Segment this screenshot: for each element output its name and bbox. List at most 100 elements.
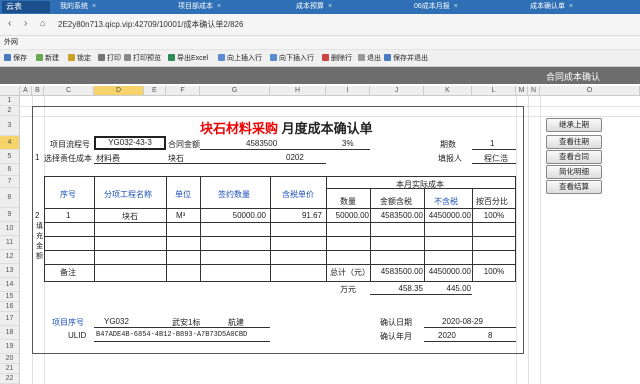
confirm-year-value[interactable]: 2020 [438, 331, 456, 340]
remark-label: 备注 [60, 268, 76, 277]
row-header-3[interactable]: 3 [0, 116, 20, 136]
print-preview-button[interactable]: 打印预览 [124, 53, 161, 64]
row-header-13[interactable]: 13 [0, 264, 20, 278]
percent-value[interactable]: 3% [342, 139, 354, 148]
row-project-name[interactable]: 块石 [122, 211, 138, 222]
inherit-previous-button[interactable]: 继承上期 [546, 118, 602, 132]
ulid-label: ULID [68, 331, 87, 340]
col-header-b[interactable]: B [32, 86, 44, 96]
header-seq: 序号 [60, 190, 76, 199]
confirm-date-label: 确认日期 [380, 318, 412, 327]
col-header-k[interactable]: K [424, 86, 472, 96]
row-header-18[interactable]: 18 [0, 326, 20, 340]
row-header-20[interactable]: 20 [0, 354, 20, 364]
form-ribbon: 合同成本确认 [0, 67, 640, 84]
insert-up-icon [218, 54, 225, 61]
row-header-5[interactable]: 5 [0, 150, 20, 164]
tab-monthly-report[interactable]: 06成本月报 × [414, 0, 458, 14]
home-icon[interactable]: ⌂ [40, 18, 45, 28]
lock-button[interactable]: 锁定 [68, 53, 91, 64]
confirm-ym-label: 确认年月 [380, 332, 412, 341]
col-header-i[interactable]: I [326, 86, 370, 96]
save-button[interactable]: 保存 [4, 53, 27, 64]
view-settlement-button[interactable]: 查看结算 [546, 180, 602, 194]
url-field[interactable]: 2E2y80n713.qicp.vip:42709/10001/成本确认单2/8… [58, 19, 243, 30]
row-header-9[interactable]: 9 [0, 208, 20, 222]
new-button[interactable]: 新建 [36, 53, 59, 64]
row-amount-tax[interactable]: 4583500.00 [370, 211, 423, 220]
col-header-f[interactable]: F [166, 86, 200, 96]
row-pct[interactable]: 100% [472, 211, 516, 220]
row-header-12[interactable]: 12 [0, 250, 20, 264]
row-header-19[interactable]: 19 [0, 340, 20, 354]
tab-cost-confirm[interactable]: 成本确认单 × [530, 0, 573, 14]
project-flow-field[interactable]: YG032-43-3 [94, 136, 166, 150]
project-no-value[interactable]: YG032 [104, 317, 129, 326]
row-seq[interactable]: 1 [66, 211, 70, 220]
insert-row-up-button[interactable]: 向上插入行 [218, 53, 262, 64]
wan-amount-tax: 458.35 [398, 284, 423, 293]
row-header-1[interactable]: 1 [0, 96, 20, 106]
col-header-c[interactable]: C [44, 86, 94, 96]
row-header-4[interactable]: 4 [0, 136, 20, 150]
col-header-m[interactable]: M [516, 86, 528, 96]
row-header-16[interactable]: 16 [0, 302, 20, 312]
export-excel-button[interactable]: 导出Excel [168, 53, 208, 64]
col-header-e[interactable]: E [144, 86, 166, 96]
page-title: 块石材料采购 月度成本确认单 [200, 121, 373, 136]
row-header-6[interactable]: 6 [0, 164, 20, 176]
contract-amount-value[interactable]: 4583500 [246, 139, 277, 148]
seq-number: 1 [35, 153, 40, 162]
exit-button[interactable]: 退出 [358, 53, 381, 64]
period-value[interactable]: 1 [490, 139, 494, 148]
ulid-value[interactable]: B47ADE4B-6854-4B12-B893-A7B73D5A0CBD [96, 331, 247, 339]
view-contract-button[interactable]: 查看合同 [546, 150, 602, 164]
print-button[interactable]: 打印 [98, 53, 121, 64]
confirm-month-value[interactable]: 8 [488, 331, 492, 340]
col-header-o[interactable]: O [540, 86, 640, 96]
project-no-label: 项目序号 [52, 318, 84, 327]
table-divider [166, 176, 167, 282]
row-qty[interactable]: 50000.00 [326, 211, 369, 220]
row-header-15[interactable]: 15 [0, 292, 20, 302]
row-signed-qty[interactable]: 50000.00 [200, 211, 266, 220]
row-header-17[interactable]: 17 [0, 312, 20, 326]
save-icon [4, 54, 11, 61]
app-logo[interactable]: 云表 [2, 1, 50, 13]
exit-icon [358, 54, 365, 61]
col-header-a[interactable]: A [20, 86, 32, 96]
col-header-l[interactable]: L [472, 86, 516, 96]
row-header-2[interactable]: 2 [0, 106, 20, 116]
delete-row-button[interactable]: 删除行 [322, 53, 352, 64]
col-header-n[interactable]: N [528, 86, 540, 96]
save-exit-button[interactable]: 保存并退出 [384, 53, 428, 64]
underline [326, 149, 370, 150]
row-header-8[interactable]: 8 [0, 188, 20, 208]
tab-project-cost[interactable]: 项目部成本 × [178, 0, 221, 14]
col-header-j[interactable]: J [370, 86, 424, 96]
forward-icon[interactable]: › [24, 18, 27, 29]
col-header-h[interactable]: H [270, 86, 326, 96]
insert-row-down-button[interactable]: 向下插入行 [270, 53, 314, 64]
row-header-7[interactable]: 7 [0, 176, 20, 188]
row-header-14[interactable]: 14 [0, 278, 20, 292]
total-pct: 100% [483, 267, 505, 276]
row-header-11[interactable]: 11 [0, 236, 20, 250]
simplify-detail-button[interactable]: 简化明细 [546, 165, 602, 179]
row-unit[interactable]: M³ [176, 211, 185, 220]
bookmark-bar[interactable]: 外网 [0, 36, 640, 50]
back-icon[interactable]: ‹ [8, 18, 11, 29]
tab-cost-budget[interactable]: 成本预算 × [296, 0, 332, 14]
row-header-21[interactable]: 21 [0, 364, 20, 374]
cost-code-value[interactable]: 0202 [286, 153, 304, 162]
row-header-22[interactable]: 22 [0, 374, 20, 384]
col-header-g[interactable]: G [200, 86, 270, 96]
row-amount-notax[interactable]: 4450000.00 [424, 211, 471, 220]
row-header-10[interactable]: 10 [0, 222, 20, 236]
view-past-button[interactable]: 查看往期 [546, 135, 602, 149]
tab-my-system[interactable]: 我的系统 × [60, 0, 96, 14]
confirm-date-value[interactable]: 2020-08-29 [442, 317, 483, 326]
col-header-d[interactable]: D [94, 86, 144, 96]
row-price[interactable]: 91.67 [270, 211, 322, 220]
sheet-corner[interactable] [0, 86, 20, 96]
